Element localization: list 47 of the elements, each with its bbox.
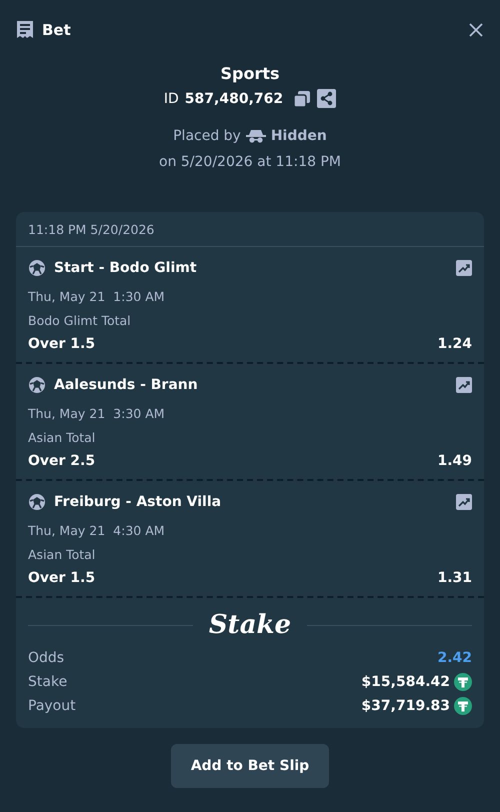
incognito-icon — [246, 129, 266, 143]
receipt-icon — [16, 20, 34, 40]
event-name: Start - Bodo Glimt — [54, 260, 198, 276]
event-name: Aalesunds - Brann — [54, 377, 199, 393]
event-time: 1:30 AM — [113, 289, 165, 304]
summary-label: Payout — [28, 698, 76, 714]
amount: $37,719.83 — [361, 698, 450, 714]
tether-coin-icon — [454, 697, 472, 715]
event-name: Freiburg - Aston Villa — [54, 494, 222, 510]
bet-type: Sports — [220, 64, 280, 83]
soccer-ball-icon — [28, 376, 46, 394]
event-date: Thu, May 21 — [28, 523, 106, 538]
amount: $15,584.42 — [361, 674, 450, 690]
leg-odds: 1.24 — [437, 336, 472, 352]
event-time: 4:30 AM — [113, 523, 165, 538]
add-to-bet-slip-button[interactable]: Add to Bet Slip — [170, 744, 330, 788]
selection: Over 1.5 — [28, 570, 96, 586]
selection: Over 1.5 — [28, 336, 96, 352]
chart-trend-icon[interactable] — [456, 494, 472, 510]
market-name: Asian Total — [28, 430, 96, 445]
dialog-title: Bet — [42, 21, 72, 39]
share-button[interactable] — [317, 89, 336, 108]
placed-by-label: Placed by — [173, 128, 241, 144]
leg-odds: 1.31 — [437, 570, 472, 586]
slip-timestamp: 11:18 PM 5/20/2026 — [16, 212, 484, 247]
chart-trend-icon[interactable] — [456, 260, 472, 276]
id-label: ID — [164, 90, 179, 106]
market-name: Asian Total — [28, 547, 96, 562]
brand-logo: Stake — [208, 610, 292, 640]
placed-by-user: Hidden — [270, 128, 327, 144]
chart-trend-icon[interactable] — [456, 377, 472, 393]
event-time: 3:30 AM — [113, 406, 165, 421]
leg-odds: 1.49 — [437, 453, 472, 469]
event-date: Thu, May 21 — [28, 406, 106, 421]
summary-label: Odds — [28, 650, 64, 666]
tether-coin-icon — [454, 673, 472, 691]
summary-label: Stake — [28, 674, 68, 690]
selection: Over 2.5 — [28, 453, 96, 469]
market-name: Bodo Glimt Total — [28, 313, 132, 328]
placed-date: on 5/20/2026 at 11:18 PM — [159, 154, 341, 170]
copy-button[interactable] — [293, 90, 312, 108]
total-odds: 2.42 — [437, 650, 472, 666]
event-date: Thu, May 21 — [28, 289, 106, 304]
close-button[interactable] — [468, 22, 484, 38]
soccer-ball-icon — [28, 493, 46, 511]
bet-id: 587,480,762 — [184, 90, 284, 106]
soccer-ball-icon — [28, 259, 46, 277]
